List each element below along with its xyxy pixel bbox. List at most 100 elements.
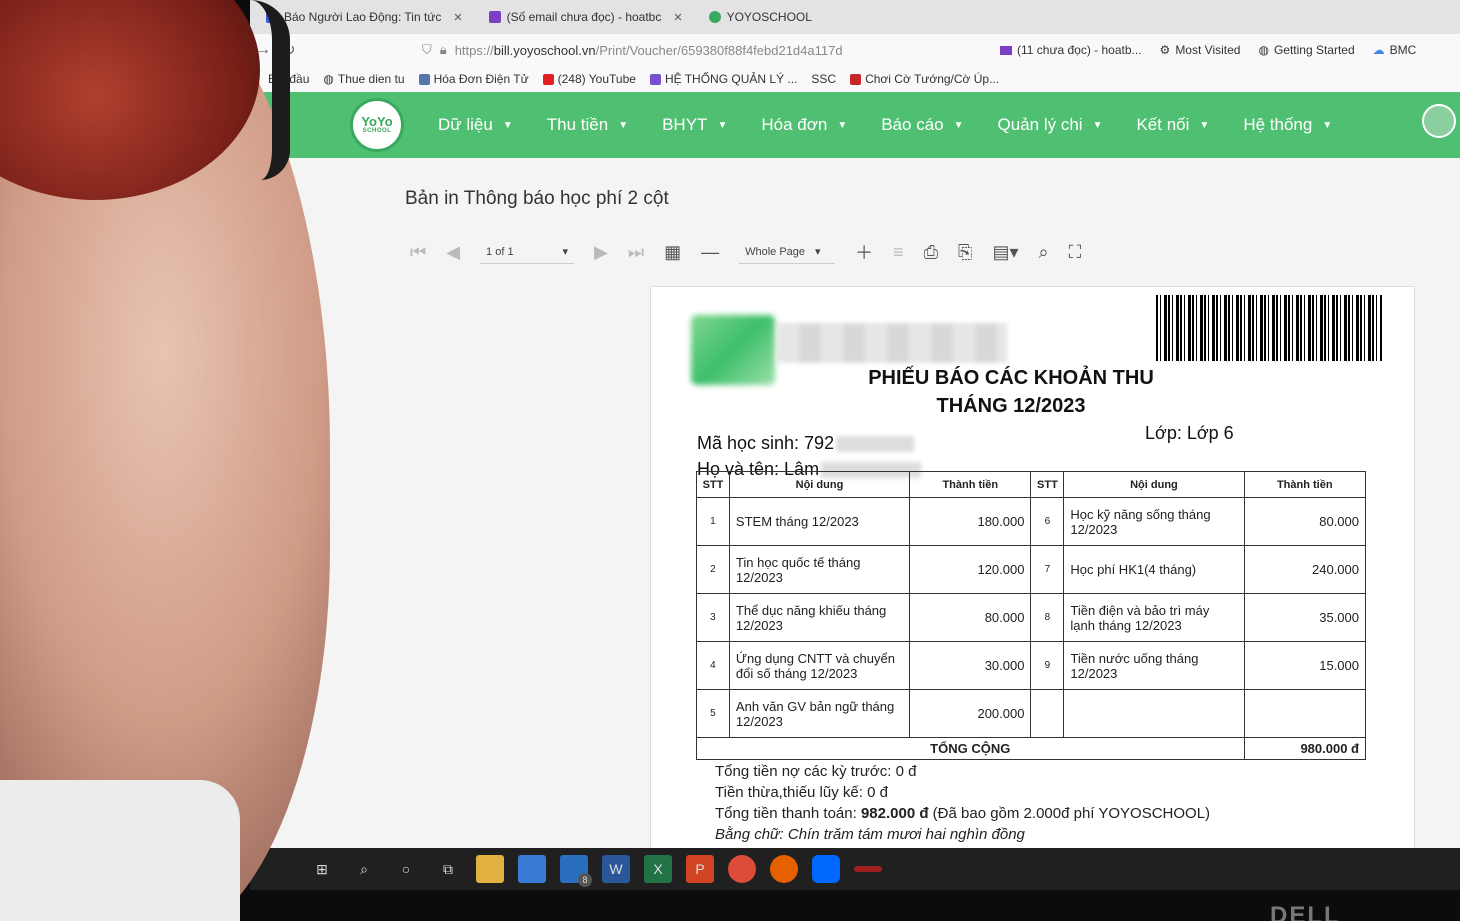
bookmark-youtube[interactable]: (248) YouTube [542,72,636,86]
cloud-icon: ☁ [1372,43,1385,57]
close-icon[interactable]: ✕ [673,11,682,24]
menu-ket-noi[interactable]: Kết nối ▼ [1136,115,1209,135]
avatar[interactable] [1422,104,1456,138]
cell-stt: 1 [696,497,730,546]
glasses [170,0,290,180]
menu-he-thong[interactable]: Hệ thống ▼ [1243,115,1332,135]
close-icon[interactable]: ✕ [453,11,462,24]
barcode [1156,295,1382,361]
cell-stt: 6 [1030,497,1065,546]
quick-link-bmc[interactable]: ☁ BMC [1373,43,1417,57]
cell-thanh-tien: 35.000 [1243,593,1366,642]
col-stt: STT [696,471,730,498]
firefox-icon[interactable] [770,855,798,883]
print-page-icon[interactable]: ⎘ [958,242,972,263]
mail-icon[interactable]: 8 [560,855,592,887]
total-value: 980.000 đ [1243,737,1366,760]
tab-label: (Số email chưa đọc) - hoatbc [506,10,662,24]
powerpoint-icon[interactable]: P [686,855,714,883]
menu-label: Quản lý chi [997,115,1083,134]
next-page-icon[interactable]: ▶ [594,242,608,263]
menu-quan-ly-chi[interactable]: Quản lý chi ▼ [998,115,1103,135]
export-icon[interactable]: ▤▾ [992,242,1018,263]
bookmarks-bar: Bắt đầu ◍ Thue dien tu Hóa Đơn Điện Tử (2… [250,66,1460,92]
cell-noi-dung [1063,689,1245,738]
task-view-icon[interactable]: ⧉ [434,855,462,883]
zoom-in-icon[interactable]: ＋ [855,239,873,265]
mail-icon [488,11,501,23]
menu-label: Hệ thống [1243,115,1313,134]
zoom-out-icon[interactable]: — [701,242,719,263]
bookmark-he-thong[interactable]: HỆ THỐNG QUẢN LÝ ... [649,72,798,86]
caret-down-icon: ▾ [562,246,569,258]
store-icon[interactable] [518,855,546,883]
bookmark-hoa-don[interactable]: Hóa Đơn Điện Tử [418,72,529,86]
quick-link-most-visited[interactable]: ⚙ Most Visited [1160,43,1241,57]
app-icon[interactable] [854,866,882,872]
address-bar[interactable]: ⛉ 🔒︎ https://bill.yoyoschool.vn/Print/Vo… [422,38,982,62]
menu-bao-cao[interactable]: Báo cáo ▼ [881,115,963,135]
caret-down-icon: ▼ [618,119,629,131]
tab-yoyoschool[interactable]: YOYOSCHOOL [699,4,822,30]
highlight-icon[interactable]: ≡ [893,242,904,263]
photo-scene: DELL Báo Người Lao Động: Tin tức ✕ (Số e… [0,0,1460,921]
bookmark-thue-dien-tu[interactable]: ◍ Thue dien tu [323,72,404,86]
bookmark-label: (248) YouTube [557,72,636,86]
file-explorer-icon[interactable] [476,855,504,883]
cell-thanh-tien [1243,689,1366,738]
cortana-icon[interactable]: ○ [392,855,420,883]
payment-value: 982.000 đ [860,805,929,822]
cell-noi-dung: Học kỹ năng sống tháng 12/2023 [1063,497,1245,546]
zalo-icon[interactable] [812,855,840,883]
quick-link-getting-started[interactable]: ◍ Getting Started [1258,43,1354,57]
yoyoschool-logo[interactable]: YoYo SCHOOL [350,98,404,152]
bookmark-co-tuong[interactable]: Chơi Cờ Tướng/Cờ Úp... [850,72,999,86]
page-title: Bản in Thông báo học phí 2 cột [405,188,669,209]
tab-email[interactable]: (Số email chưa đọc) - hoatbc ✕ [479,4,693,30]
payment-label: Tổng tiền thanh toán: [715,805,861,822]
quick-link-mail[interactable]: (11 chưa đọc) - hoatb... [1000,43,1142,57]
menu-label: Dữ liệu [438,115,493,134]
menu-bhyt[interactable]: BHYT ▼ [662,115,727,135]
cell-stt: 8 [1030,593,1065,642]
chrome-icon[interactable] [728,855,756,883]
quick-link-label: Most Visited [1175,43,1241,57]
first-page-icon[interactable]: ⏮ [410,242,426,263]
cell-stt: 3 [696,593,730,642]
page-select[interactable]: 1 of 1 ▾ [480,240,575,264]
student-id-text: Mã học sinh: 792 [697,433,835,453]
fullscreen-icon[interactable]: ⛶ [1069,242,1082,263]
caret-down-icon: ▾ [815,246,821,258]
menu-du-lieu[interactable]: Dữ liệu ▼ [438,115,513,135]
cell-noi-dung: Tiền nước uống tháng 12/2023 [1063,641,1245,690]
search-icon[interactable]: ⌕ [1038,242,1048,263]
multi-page-icon[interactable]: ▦ [664,242,681,263]
last-page-icon[interactable]: ⏭ [628,242,644,263]
lock-icon: 🔒︎ [439,42,447,57]
screen: Báo Người Lao Động: Tin tức ✕ (Số email … [250,0,1460,890]
search-icon[interactable]: ⌕ [350,855,378,883]
cell-thanh-tien: 80.000 [1243,497,1366,546]
print-icon[interactable]: ⎙ [924,242,938,263]
windows-start-icon[interactable]: ⊞ [308,855,336,883]
tab-label: YOYOSCHOOL [726,10,812,24]
excel-icon[interactable]: X [644,855,672,883]
cell-thanh-tien: 30.000 [909,641,1032,690]
total-label: TỔNG CỘNG [696,737,1245,760]
prev-page-icon[interactable]: ◀ [446,242,460,263]
bookmark-label: Thue dien tu [337,72,405,86]
bookmark-label: SSC [811,72,837,86]
cell-noi-dung: STEM tháng 12/2023 [728,497,911,546]
col-thanh-tien: Thành tiền [909,471,1032,498]
gear-icon: ⚙ [1159,43,1171,57]
menu-hoa-don[interactable]: Hóa đơn ▼ [761,115,847,135]
bookmark-label: HỆ THỐNG QUẢN LÝ ... [664,72,798,86]
cell-stt: 2 [696,545,730,594]
zoom-select[interactable]: Whole Page ▾ [739,240,836,264]
bookmark-ssc[interactable]: SSC [811,72,836,86]
menu-thu-tien[interactable]: Thu tiền ▼ [547,115,628,135]
quick-link-label: (11 chưa đọc) - hoatb... [1017,43,1142,57]
cell-noi-dung: Anh văn GV bản ngữ tháng 12/2023 [728,689,911,738]
tab-nld[interactable]: Báo Người Lao Động: Tin tức ✕ [256,4,473,30]
word-icon[interactable]: W [602,855,630,883]
